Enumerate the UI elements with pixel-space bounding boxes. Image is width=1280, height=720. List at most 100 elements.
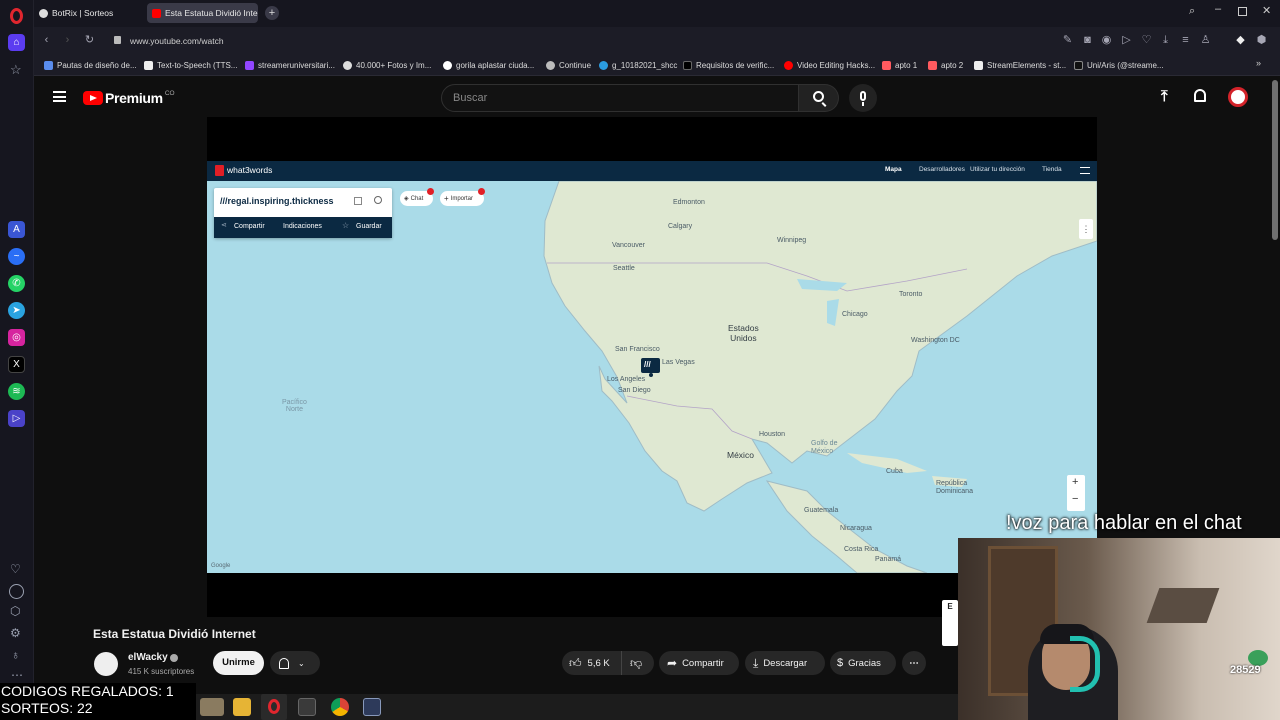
heart-icon[interactable]: ♡ [10,562,21,576]
minimize-button[interactable]: – [1215,3,1221,15]
spotify-icon[interactable]: ≋ [8,383,25,400]
url-input[interactable]: www.youtube.com/watch [104,31,1044,50]
subscriber-count: 415 K suscriptores [128,667,195,676]
bookmark-item[interactable]: StreamElements - st... [974,58,1066,72]
pinboard-icon[interactable]: ☆ [10,62,22,78]
player-icon[interactable]: ▷ [8,410,25,427]
camera-icon[interactable]: ◙ [1081,34,1094,47]
bookmark-label: Text-to-Speech (TTS... [157,60,238,70]
obs-app-icon[interactable] [298,698,316,716]
whatsapp-icon[interactable]: ✆ [8,275,25,292]
close-window-button[interactable]: ✕ [1262,4,1271,17]
bookmark-item[interactable]: Pautas de diseño de... [44,58,137,72]
bookmark-item[interactable]: Continue [546,58,591,72]
more-horizontal-icon: ⋯ [909,657,919,669]
chrome-icon[interactable] [331,698,349,716]
settings-icon[interactable]: ⚙ [10,626,21,640]
city-label: Seattle [613,265,635,272]
download-arrow-icon: ⤓ [753,655,759,670]
bookmark-item[interactable]: g_10182021_shcc [599,58,677,72]
share-button[interactable]: ➦ Compartir [659,651,739,675]
create-upload-icon[interactable]: ⤒ [1161,88,1168,105]
file-explorer-icon[interactable] [233,698,251,716]
bookmark-item[interactable]: apto 2 [928,58,963,72]
instagram-icon[interactable]: ◎ [8,329,25,346]
w3w-nav-developers: Desarrolladores [919,166,965,173]
download-label: Descargar [763,657,808,669]
menu-icon[interactable] [53,91,66,102]
bookmark-item[interactable]: 40.000+ Fotos y Im... [343,58,431,72]
player-toggle-icon[interactable]: ▷ [1120,34,1133,47]
adblock-icon[interactable]: ◉ [1100,34,1113,47]
favorite-icon[interactable]: ♡ [1140,34,1153,47]
account-icon[interactable]: ♙ [1199,34,1212,47]
dislike-button[interactable]: 👎︎ [622,656,642,671]
snapshot-icon[interactable]: ✎ [1061,34,1074,47]
channel-name[interactable]: elWacky [128,652,168,663]
avatar[interactable] [1228,87,1248,107]
bookmark-label: Requisitos de verific... [696,60,775,70]
bookmark-item[interactable]: Requisitos de verific... [683,58,774,72]
voice-search-button[interactable] [849,84,877,112]
tab-youtube-active[interactable]: Esta Estatua Dividió Intern [147,3,258,23]
download-button[interactable]: ⤓ Descargar [745,651,825,675]
bookmark-item[interactable]: apto 1 [882,58,917,72]
back-icon[interactable]: ‹ [40,34,53,47]
forward-icon[interactable]: › [61,34,74,47]
scrollbar-thumb[interactable] [1272,80,1278,240]
tab-search-icon[interactable]: ⌕ [1189,5,1195,18]
bookmark-item[interactable]: streameruniversitari... [245,58,335,72]
history-icon[interactable] [9,584,24,599]
x-icon [683,60,692,70]
notifications-bell-icon[interactable] [1194,89,1206,102]
chat-command-banner: !voz para hablar en el chat [1006,512,1242,534]
doc-icon [44,60,53,70]
youtube-logo[interactable]: Premium CO [83,89,175,107]
zoom-controls: + − [1067,475,1085,511]
search-button[interactable] [799,84,839,112]
play-triangle [90,94,97,101]
notifications-button[interactable]: ⌄ [270,651,320,675]
download-icon[interactable]: ⤓ [1159,34,1172,47]
opera-logo-icon[interactable] [10,8,23,24]
telegram-icon[interactable]: ➤ [8,302,25,319]
bookmark-label: 40.000+ Fotos y Im... [356,60,432,70]
channel-avatar[interactable] [94,652,118,676]
like-button[interactable]: 👍︎ 5,6 K [562,651,622,675]
bookmarks-overflow-icon[interactable]: » [1256,58,1261,68]
tts-icon [144,60,153,70]
thanks-label: Gracias [848,657,881,669]
easy-setup-icon[interactable]: ≡ [1179,34,1192,47]
bookmark-item[interactable]: gorila aplastar ciuda... [443,58,534,72]
menu-icon-bar [53,95,66,98]
vpn-icon[interactable]: ◆ [1234,34,1247,47]
chip-label: Importar [450,195,474,202]
search-icon-handle [821,102,827,107]
home-icon[interactable]: ⌂ [8,34,25,51]
more-actions-button[interactable]: ⋯ [902,651,926,675]
search-input[interactable]: Buscar [441,84,799,112]
tab-botrix[interactable]: BotRix | Sorteos [34,3,142,23]
lightbulb-icon[interactable]: ♁ [11,648,20,662]
restore-button[interactable] [1238,7,1247,16]
bookmark-item[interactable]: Video Editing Hacks... [784,58,875,72]
bookmark-item[interactable]: Uni/Aris (@streame... [1074,58,1164,72]
join-button[interactable]: Unirme [213,651,264,675]
taskbar-app-icon[interactable] [200,698,224,716]
more-icon[interactable]: ⋯ [11,668,23,682]
city-label: Panamá [875,556,902,563]
thanks-button[interactable]: $ Gracias [830,651,896,675]
window-app-icon[interactable] [363,698,381,716]
reload-icon[interactable]: ↻ [83,34,96,47]
messenger-icon[interactable]: ~ [8,248,25,265]
new-tab-button[interactable]: + [265,6,279,20]
microphone-stand [862,102,864,106]
opera-taskbar-icon[interactable] [261,694,287,720]
aria-icon[interactable]: A [8,221,25,238]
extension-cube-icon[interactable]: ⬢ [1255,34,1268,47]
bookmark-item[interactable]: Text-to-Speech (TTS... [144,58,237,72]
verified-icon [170,654,178,662]
twitch-icon [245,60,254,70]
x-twitter-icon[interactable]: X [8,356,25,373]
extensions-icon[interactable]: ⬡ [10,604,20,618]
